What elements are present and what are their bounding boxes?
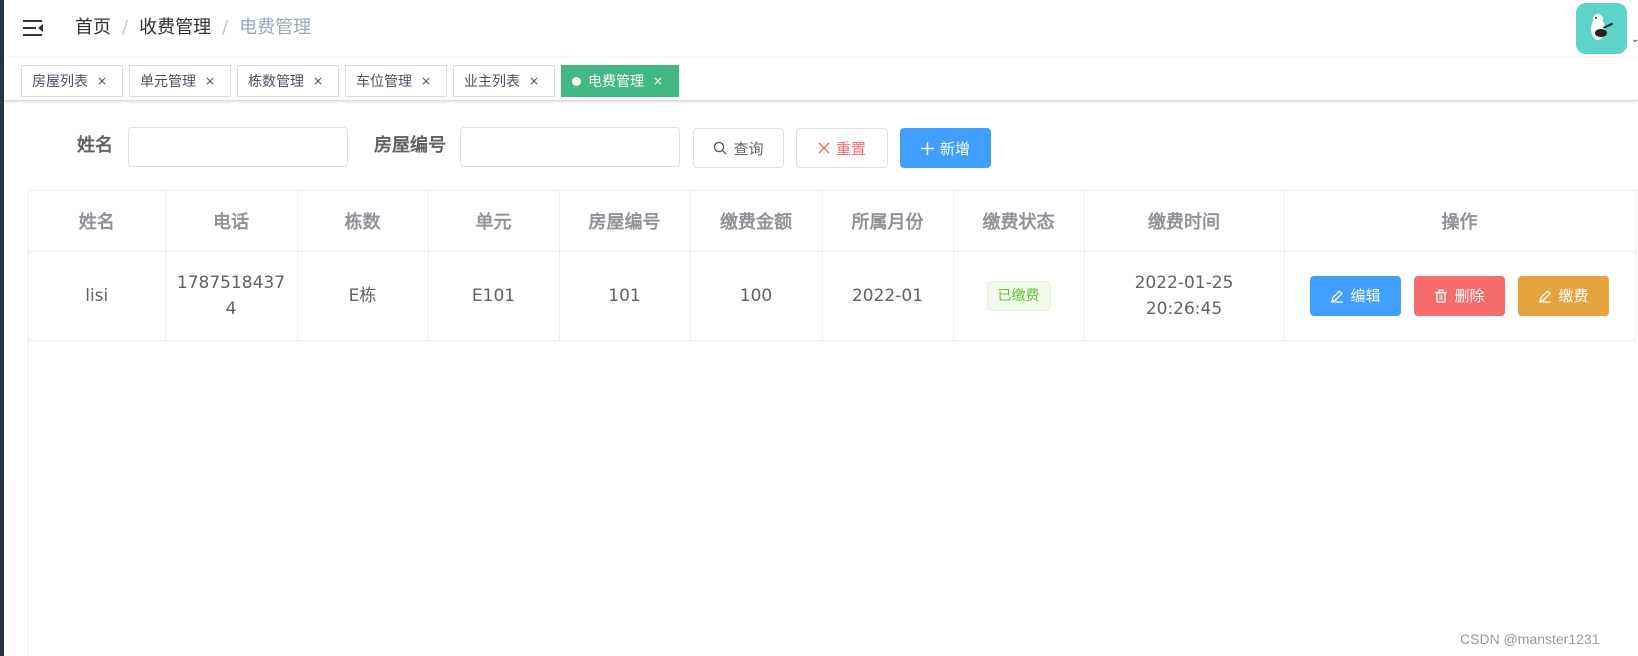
column-header: 房屋编号 (559, 191, 691, 252)
cell-pay-time: 2022-01-25 20:26:45 (1084, 251, 1285, 341)
delete-button[interactable]: 删除 (1414, 275, 1505, 316)
close-icon[interactable]: × (529, 74, 539, 88)
close-icon[interactable]: × (421, 74, 431, 88)
tag-parking-management[interactable]: 车位管理 × (345, 65, 447, 97)
cell-amount: 100 (690, 251, 823, 341)
pay-button[interactable]: 缴费 (1518, 275, 1609, 316)
column-header: 栋数 (297, 191, 429, 252)
breadcrumb-separator: / (222, 17, 229, 38)
tag-label: 栋数管理 (248, 74, 304, 90)
cell-month: 2022-01 (822, 251, 954, 341)
breadcrumb-separator: / (122, 17, 129, 38)
close-icon[interactable]: × (653, 74, 663, 88)
tag-label: 电费管理 (588, 74, 644, 90)
edit-button[interactable]: 编辑 (1310, 275, 1401, 316)
status-badge: 已缴费 (986, 280, 1051, 311)
column-header: 缴费金额 (690, 191, 823, 252)
cell-house-number: 101 (559, 251, 691, 341)
table-header-row: 姓名 电话 栋数 单元 房屋编号 缴费金额 所属月份 缴费状态 缴费时间 操作 (29, 191, 1636, 252)
column-header: 单元 (428, 191, 560, 252)
phone-line: 4 (225, 298, 237, 319)
navbar: 首页 / 收费管理 / 电费管理 ⌄ (4, 0, 1638, 58)
cell-status: 已缴费 (953, 251, 1085, 341)
edit-icon (1538, 289, 1552, 303)
tag-building-management[interactable]: 栋数管理 × (237, 65, 339, 97)
cell-unit: E101 (428, 251, 560, 341)
breadcrumb-section[interactable]: 收费管理 (139, 16, 211, 40)
reset-button[interactable]: 重置 (796, 128, 888, 168)
watermark: CSDN @manster1231 (1460, 631, 1600, 647)
tags-view: 房屋列表 × 单元管理 × 栋数管理 × 车位管理 × 业主列表 × 电费管理 … (4, 58, 1638, 101)
hamburger-fold-icon[interactable] (22, 17, 44, 39)
close-icon (818, 142, 830, 154)
edit-label: 编辑 (1350, 286, 1381, 305)
tag-unit-management[interactable]: 单元管理 × (129, 65, 231, 97)
chevron-down-icon[interactable]: ⌄ (1631, 34, 1638, 45)
active-dot-icon (572, 76, 581, 86)
cell-name: lisi (29, 251, 166, 341)
tag-label: 车位管理 (356, 74, 412, 90)
breadcrumb: 首页 / 收费管理 / 电费管理 (75, 16, 311, 40)
column-header: 缴费时间 (1084, 191, 1285, 252)
search-icon (713, 141, 727, 155)
name-label: 姓名 (77, 135, 113, 156)
name-input[interactable] (128, 127, 348, 167)
query-button[interactable]: 查询 (693, 128, 784, 168)
fee-table: 姓名 电话 栋数 单元 房屋编号 缴费金额 所属月份 缴费状态 缴费时间 操作 … (28, 190, 1638, 656)
column-header: 操作 (1284, 191, 1636, 252)
pay-label: 缴费 (1558, 286, 1589, 305)
house-number-input[interactable] (460, 127, 680, 167)
delete-label: 删除 (1454, 286, 1485, 305)
breadcrumb-current: 电费管理 (239, 17, 312, 38)
cell-building: E栋 (297, 251, 429, 341)
tag-electricity-fee[interactable]: 电费管理 × (561, 65, 679, 97)
close-icon[interactable]: × (97, 74, 107, 88)
tag-label: 业主列表 (464, 74, 520, 90)
table-row: lisi 1787518437 4 E栋 E101 101 100 2022-0… (29, 251, 1636, 341)
avatar[interactable] (1576, 3, 1627, 54)
column-header: 姓名 (29, 191, 166, 252)
close-icon[interactable]: × (313, 74, 323, 88)
add-button[interactable]: 新增 (900, 128, 991, 168)
phone-line: 1787518437 (176, 272, 286, 293)
cell-phone: 1787518437 4 (165, 251, 298, 341)
tag-label: 房屋列表 (32, 74, 88, 90)
cell-actions: 编辑 删除 缴费 (1284, 251, 1636, 341)
query-label: 查询 (733, 139, 764, 158)
reset-label: 重置 (835, 139, 866, 158)
tag-label: 单元管理 (140, 74, 196, 90)
column-header: 所属月份 (822, 191, 954, 252)
add-label: 新增 (939, 139, 970, 158)
edit-icon (1330, 289, 1344, 303)
column-header: 电话 (165, 191, 298, 252)
house-number-label: 房屋编号 (374, 135, 446, 156)
tag-house-list[interactable]: 房屋列表 × (21, 65, 123, 97)
plus-icon (920, 141, 934, 155)
close-icon[interactable]: × (205, 74, 215, 88)
column-header: 缴费状态 (953, 191, 1085, 252)
breadcrumb-home[interactable]: 首页 (75, 16, 111, 40)
tag-owner-list[interactable]: 业主列表 × (453, 65, 555, 97)
trash-icon (1434, 288, 1448, 303)
